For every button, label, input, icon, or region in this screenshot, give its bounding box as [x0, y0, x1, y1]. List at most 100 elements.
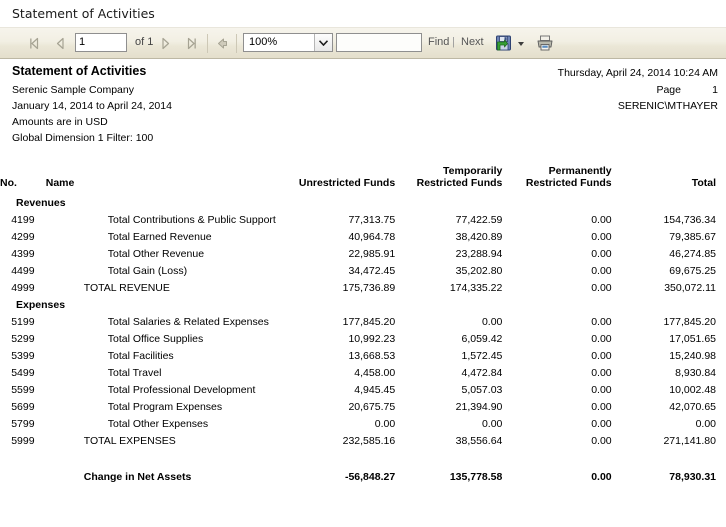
- cell-permanently: 0.00: [591, 417, 612, 430]
- cell-temporarily: 38,556.64: [455, 434, 503, 447]
- cell-no: 4999: [11, 281, 35, 294]
- report-filter: Global Dimension 1 Filter: 100: [12, 132, 154, 144]
- find-input[interactable]: [336, 33, 422, 52]
- cell-name: TOTAL EXPENSES: [83, 434, 176, 447]
- cell-permanently: 0.00: [591, 434, 612, 447]
- cell-unrestricted: -56,848.27: [344, 470, 396, 483]
- report-company: Serenic Sample Company: [12, 84, 134, 96]
- cell-name: Total Other Expenses: [107, 417, 209, 430]
- statement-table: No. Name Unrestricted Funds Temporarily …: [0, 165, 726, 485]
- column-header-temporarily-line1: Temporarily: [443, 165, 503, 177]
- cell-temporarily: 1,572.45: [461, 349, 503, 362]
- section-heading-row: Revenues: [0, 194, 726, 211]
- cell-name: Total Travel: [107, 366, 162, 379]
- cell-temporarily: 0.00: [481, 315, 503, 328]
- next-page-icon[interactable]: [157, 35, 174, 52]
- table-row: 4399 Total Other Revenue 22,985.91 23,288.9…: [0, 245, 726, 262]
- zoom-value: 100%: [249, 36, 278, 48]
- cell-no: 5599: [11, 383, 35, 396]
- report-datetime: Thursday, April 24, 2014 10:24 AM: [557, 67, 718, 79]
- cell-total: 350,072.11: [664, 281, 716, 294]
- page-count-label: of 1: [135, 36, 154, 48]
- cell-name: Total Salaries & Related Expenses: [107, 315, 269, 328]
- previous-page-icon[interactable]: [52, 35, 69, 52]
- cell-unrestricted: 232,585.16: [342, 434, 396, 447]
- cell-no: 5699: [11, 400, 35, 413]
- cell-name: Total Gain (Loss): [107, 264, 188, 277]
- export-dropdown-icon[interactable]: [516, 33, 526, 53]
- cell-no: 5499: [11, 366, 35, 379]
- cell-unrestricted: 4,458.00: [354, 366, 396, 379]
- column-header-permanently-line1: Permanently: [548, 165, 612, 177]
- report-currency: Amounts are in USD: [12, 116, 108, 128]
- report-page-label: Page: [656, 84, 681, 96]
- chevron-down-icon[interactable]: [314, 34, 332, 51]
- table-row: 5499 Total Travel 4,458.00 4,472.84 0.00 8,93…: [0, 364, 726, 381]
- cell-temporarily: 35,202.80: [455, 264, 503, 277]
- cell-total: 42,070.65: [669, 400, 716, 413]
- cell-permanently: 0.00: [591, 247, 612, 260]
- table-row: 5699 Total Program Expenses 20,675.75 21,39…: [0, 398, 726, 415]
- cell-name: Total Professional Development: [107, 383, 256, 396]
- cell-total: 15,240.98: [669, 349, 716, 362]
- cell-total: 177,845.20: [663, 315, 716, 328]
- cell-total: 10,002.48: [669, 383, 716, 396]
- export-icon[interactable]: [494, 33, 516, 53]
- column-header-no: No.: [0, 177, 17, 189]
- cell-no: [0, 468, 46, 485]
- cell-unrestricted: 22,985.91: [348, 247, 396, 260]
- cell-permanently: 0.00: [591, 281, 612, 294]
- table-row: 4999 TOTAL REVENUE 175,736.89 174,335.22 0.0…: [0, 279, 726, 296]
- cell-no: 5199: [11, 315, 35, 328]
- spacer-row: [0, 449, 726, 468]
- cell-permanently: 0.00: [591, 332, 612, 345]
- table-row: 4299 Total Earned Revenue 40,964.78 38,420.…: [0, 228, 726, 245]
- last-page-icon[interactable]: [183, 35, 200, 52]
- page-number-input[interactable]: 1: [75, 33, 127, 52]
- print-icon[interactable]: [535, 33, 557, 53]
- cell-unrestricted: 4,945.45: [354, 383, 396, 396]
- cell-permanently: 0.00: [591, 400, 612, 413]
- cell-no: 5799: [11, 417, 35, 430]
- cell-name: Total Program Expenses: [107, 400, 223, 413]
- cell-temporarily: 77,422.59: [455, 213, 503, 226]
- table-row: 5199 Total Salaries & Related Expenses 177…: [0, 313, 726, 330]
- report-user: SERENIC\MTHAYER: [617, 100, 718, 112]
- window-title-text: Statement of Activities: [12, 6, 155, 21]
- toolbar-separator-1: [207, 34, 208, 53]
- window-title-bar: Statement of Activities: [0, 0, 726, 27]
- section-heading-row: Expenses: [0, 296, 726, 313]
- cell-temporarily: 6,059.42: [461, 332, 503, 345]
- table-row: 5799 Total Other Expenses 0.00 0.00 0.00 0.00: [0, 415, 726, 432]
- cell-temporarily: 135,778.58: [449, 470, 503, 483]
- cell-temporarily: 23,288.94: [455, 247, 503, 260]
- column-header-unrestricted-line: Unrestricted Funds: [298, 177, 396, 189]
- cell-unrestricted: 10,992.23: [348, 332, 396, 345]
- report-viewer-toolbar: 1 of 1 100% Find | Next: [0, 27, 726, 59]
- table-row: 5999 TOTAL EXPENSES 232,585.16 38,556.64 0.0…: [0, 432, 726, 449]
- cell-name: TOTAL REVENUE: [83, 281, 170, 294]
- cell-total: 154,736.34: [663, 213, 716, 226]
- column-header-temporarily-restricted-funds: Temporarily Restricted Funds: [405, 165, 512, 194]
- first-page-icon[interactable]: [26, 35, 43, 52]
- column-header-total-line: Total: [691, 177, 716, 189]
- cell-no: 5999: [11, 434, 35, 447]
- column-header-permanently-restricted-funds: Permanently Restricted Funds: [512, 165, 621, 194]
- report-page-number: 1: [712, 84, 718, 96]
- zoom-select[interactable]: 100%: [243, 33, 333, 52]
- cell-temporarily: 38,420.89: [455, 230, 503, 243]
- cell-name: Total Contributions & Public Support: [107, 213, 276, 226]
- cell-temporarily: 174,335.22: [449, 281, 503, 294]
- report-canvas: Statement of Activities Serenic Sample C…: [0, 60, 726, 527]
- cell-name: Change in Net Assets: [83, 470, 192, 483]
- cell-permanently: 0.00: [591, 470, 612, 483]
- column-header-unrestricted-funds: Unrestricted Funds: [297, 165, 406, 194]
- section-heading: Revenues: [16, 196, 66, 209]
- find-next-button[interactable]: Next: [461, 36, 484, 48]
- cell-total: 46,274.85: [669, 247, 716, 260]
- report-period: January 14, 2014 to April 24, 2014: [12, 100, 172, 112]
- cell-temporarily: 21,394.90: [455, 400, 503, 413]
- back-to-parent-report-icon[interactable]: [214, 35, 231, 52]
- find-button[interactable]: Find: [428, 36, 449, 48]
- table-header-row: No. Name Unrestricted Funds Temporarily …: [0, 165, 726, 194]
